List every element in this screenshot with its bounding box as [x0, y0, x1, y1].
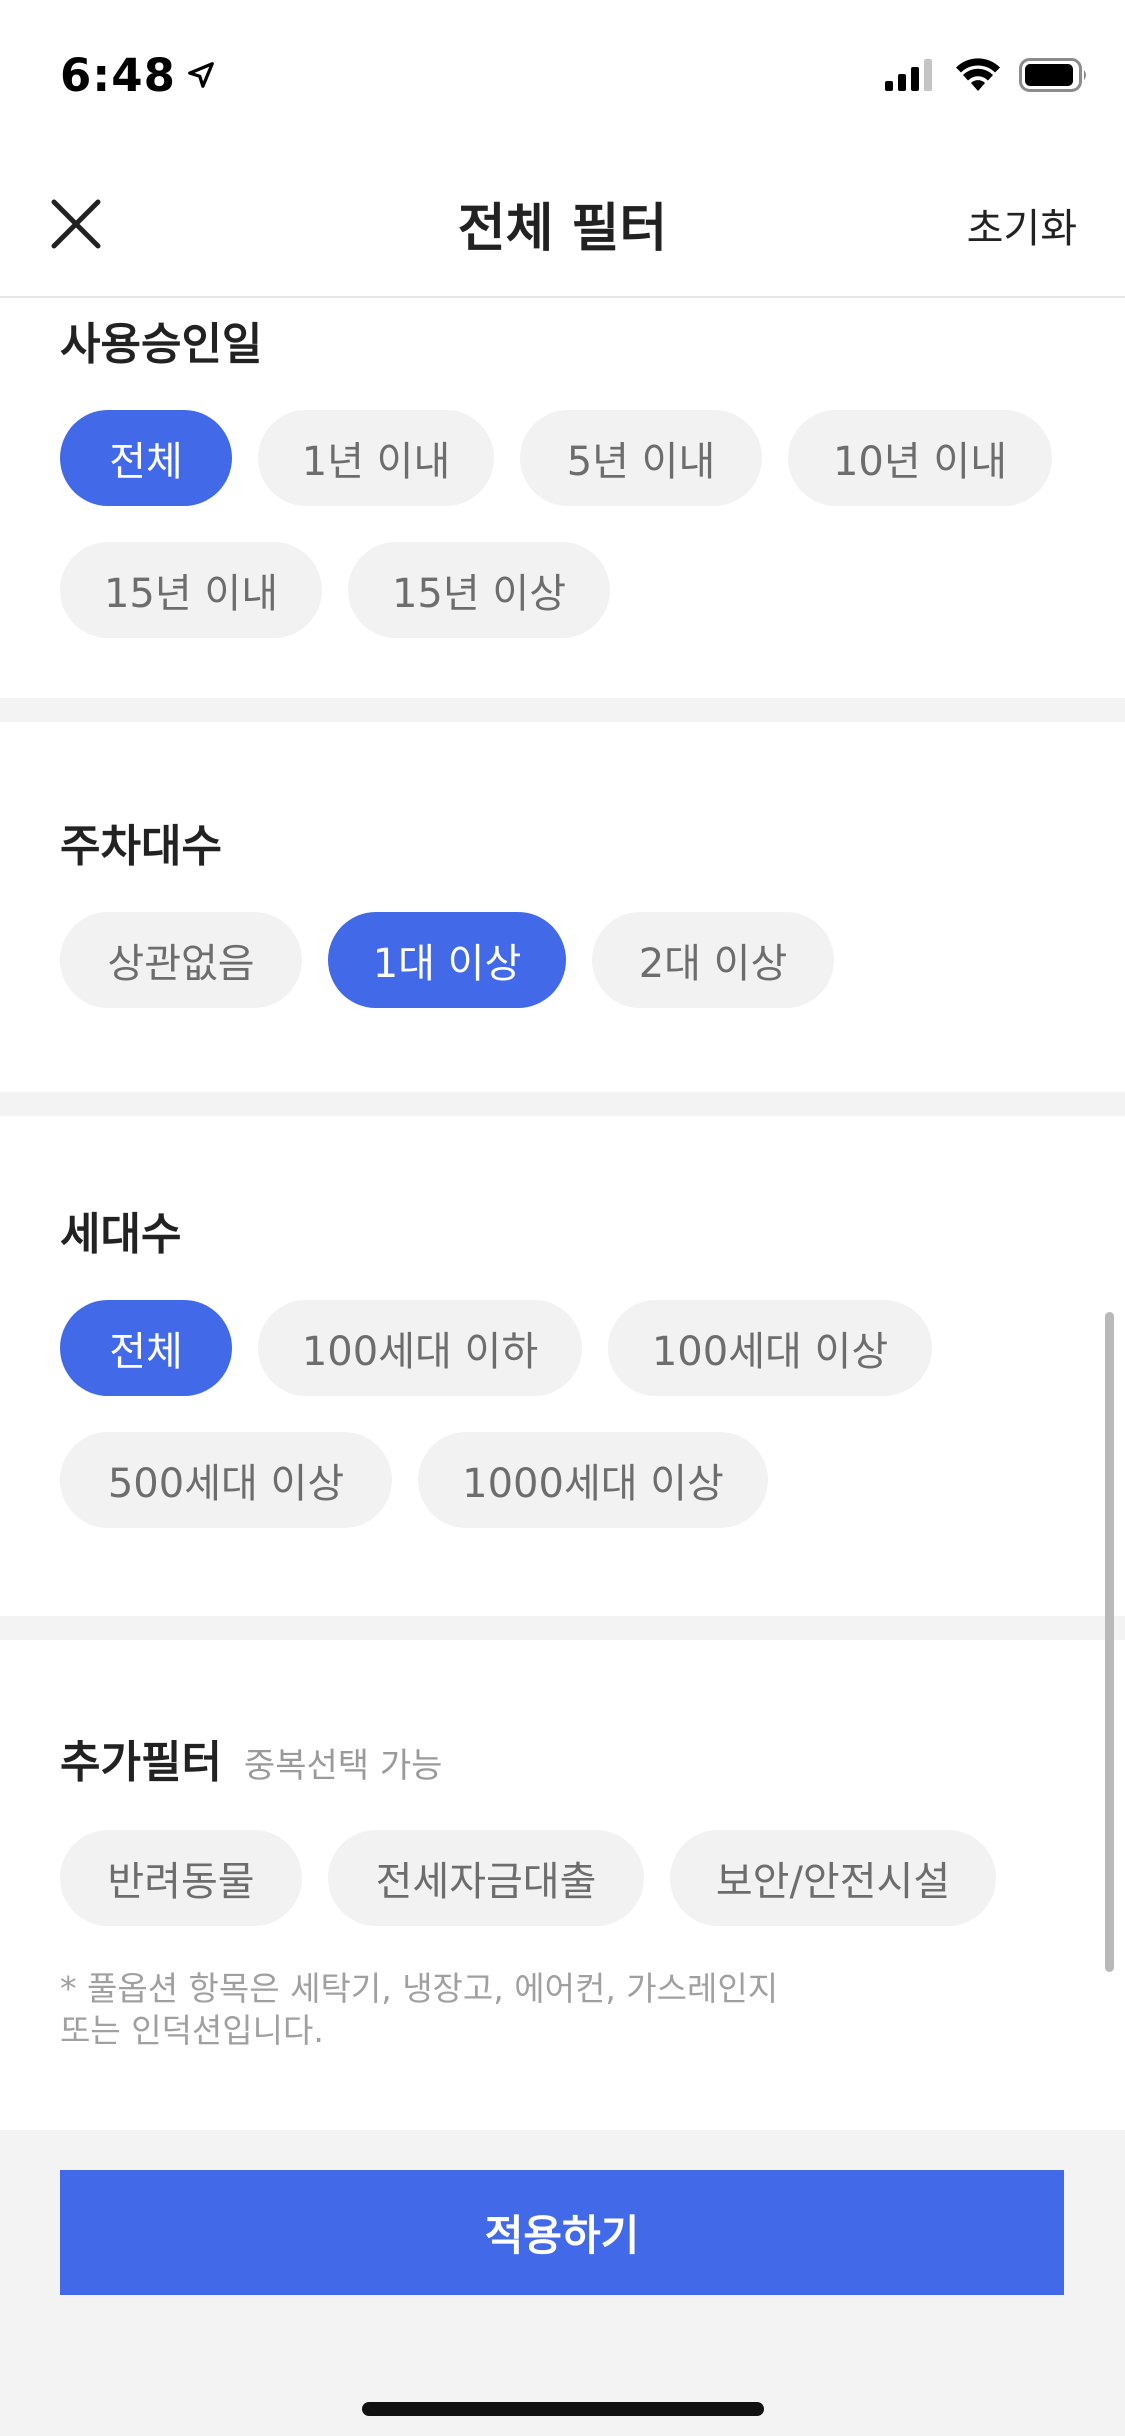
- section-households: 세대수 전체 100세대 이하 100세대 이상 500세대 이상 1000세대…: [0, 1116, 1125, 1616]
- chip-approval-10y[interactable]: 10년 이내: [788, 410, 1052, 506]
- chip-extra-security[interactable]: 보안/안전시설: [670, 1830, 996, 1926]
- page-title: 전체 필터: [457, 198, 668, 259]
- approval-date-title: 사용승인일: [60, 319, 263, 370]
- section-approval-date: 사용승인일 전체 1년 이내 5년 이내 10년 이내 15년 이내 15년 이…: [0, 300, 1125, 698]
- households-chips: 전체 100세대 이하 100세대 이상 500세대 이상 1000세대 이상: [60, 1300, 1065, 1528]
- parking-title: 주차대수: [60, 821, 222, 872]
- full-option-note: * 풀옵션 항목은 세탁기, 냉장고, 에어컨, 가스레인지 또는 인덕션입니다…: [60, 1968, 1065, 2052]
- section-divider: [0, 698, 1125, 722]
- close-icon[interactable]: [46, 194, 106, 254]
- wifi-icon: [956, 58, 1000, 91]
- chip-parking-1plus[interactable]: 1대 이상: [328, 912, 566, 1008]
- extra-subtitle: 중복선택 가능: [243, 1746, 443, 1786]
- section-extra: 추가필터 중복선택 가능 반려동물 전세자금대출 보안/안전시설 * 풀옵션 항…: [0, 1640, 1125, 2130]
- chip-households-500-over[interactable]: 500세대 이상: [60, 1432, 392, 1528]
- chip-approval-all[interactable]: 전체: [60, 410, 232, 506]
- nav-bar: 전체 필터 초기화: [0, 150, 1125, 298]
- note-line-2: 또는 인덕션입니다.: [60, 2011, 324, 2050]
- home-indicator: [362, 2402, 764, 2416]
- battery-icon: [1019, 58, 1086, 92]
- chip-households-100-over[interactable]: 100세대 이상: [608, 1300, 932, 1396]
- apply-button[interactable]: 적용하기: [60, 2170, 1064, 2295]
- location-arrow-icon: [188, 62, 214, 88]
- status-time: 6:48: [60, 49, 216, 102]
- cellular-signal-icon: [885, 59, 932, 91]
- chip-extra-pets[interactable]: 반려동물: [60, 1830, 302, 1926]
- bottom-action-bar: 적용하기: [0, 2130, 1125, 2436]
- chip-extra-jeonse-loan[interactable]: 전세자금대출: [328, 1830, 644, 1926]
- chip-approval-15y-within[interactable]: 15년 이내: [60, 542, 322, 638]
- extra-chips: 반려동물 전세자금대출 보안/안전시설: [60, 1830, 1065, 1926]
- scrollbar[interactable]: [1105, 1312, 1114, 1972]
- section-title-extra: 추가필터 중복선택 가능: [60, 1726, 1065, 1790]
- parking-chips: 상관없음 1대 이상 2대 이상: [60, 912, 1065, 1008]
- extra-title: 추가필터: [60, 1737, 222, 1788]
- section-title-parking: 주차대수: [60, 810, 1065, 874]
- chip-approval-5y[interactable]: 5년 이내: [520, 410, 762, 506]
- chip-households-1000-over[interactable]: 1000세대 이상: [418, 1432, 768, 1528]
- chip-approval-1y[interactable]: 1년 이내: [258, 410, 494, 506]
- chip-households-all[interactable]: 전체: [60, 1300, 232, 1396]
- households-title: 세대수: [60, 1209, 182, 1260]
- approval-date-chips: 전체 1년 이내 5년 이내 10년 이내 15년 이내 15년 이상: [60, 410, 1065, 638]
- chip-approval-15y-over[interactable]: 15년 이상: [348, 542, 610, 638]
- chip-parking-2plus[interactable]: 2대 이상: [592, 912, 834, 1008]
- status-bar: 6:48: [0, 0, 1125, 150]
- filter-content[interactable]: 사용승인일 전체 1년 이내 5년 이내 10년 이내 15년 이내 15년 이…: [0, 300, 1125, 2130]
- section-title-households: 세대수: [60, 1198, 1065, 1262]
- reset-button[interactable]: 초기화: [967, 196, 1077, 254]
- section-divider: [0, 1616, 1125, 1640]
- section-divider: [0, 1092, 1125, 1116]
- note-line-1: * 풀옵션 항목은 세탁기, 냉장고, 에어컨, 가스레인지: [60, 1969, 779, 2008]
- section-parking: 주차대수 상관없음 1대 이상 2대 이상: [0, 722, 1125, 1092]
- chip-households-100-under[interactable]: 100세대 이하: [258, 1300, 582, 1396]
- status-time-text: 6:48: [60, 48, 176, 102]
- section-title-approval-date: 사용승인일: [60, 308, 1065, 372]
- chip-parking-any[interactable]: 상관없음: [60, 912, 302, 1008]
- status-icons: [885, 58, 1089, 92]
